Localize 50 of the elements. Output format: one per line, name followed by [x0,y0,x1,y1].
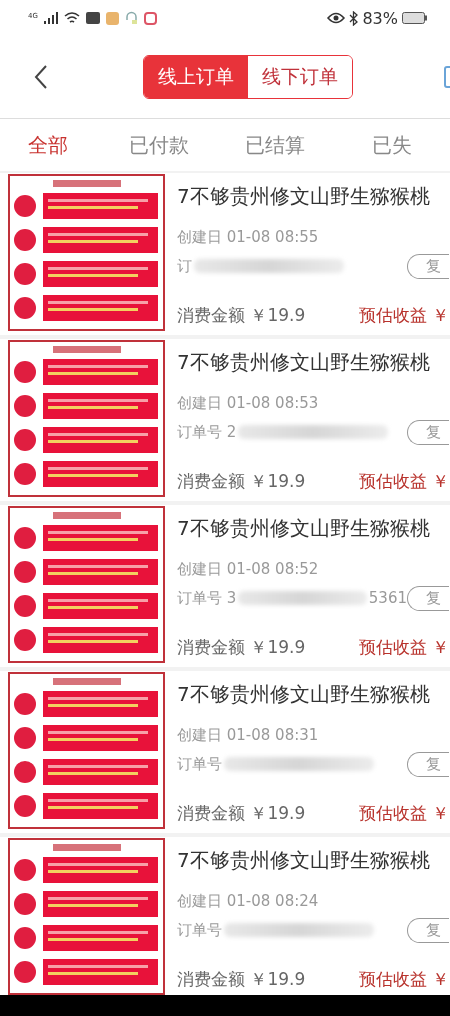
filter-tab[interactable]: 已结算 [217,131,334,159]
product-title: 7不够贵州修文山野生猕猴桃 [177,681,431,708]
order-card[interactable]: 7不够贵州修文山野生猕猴桃 创建日 01-08 08:53 订单号 2 复 消费金额 ￥19.9 预估收益 ￥ [0,339,450,501]
signal-icon [43,12,58,24]
wifi-icon [63,12,80,24]
order-number-suffix: 5361 [368,589,407,607]
created-date: 创建日 01-08 08:24 [177,892,320,911]
created-date: 创建日 01-08 08:55 [177,228,320,247]
order-card[interactable]: 7不够贵州修文山野生猕猴桃 创建日 01-08 08:55 订 复 消费金额 ￥19.9 预估收益 ￥ [0,173,450,335]
product-title: 7不够贵州修文山野生猕猴桃 [177,847,431,874]
order-amount: 消费金额 ￥19.9 [177,304,306,327]
product-title: 7不够贵州修文山野生猕猴桃 [177,183,431,210]
order-card[interactable]: 7不够贵州修文山野生猕猴桃 创建日 01-08 08:52 订单号 3 5361 复 消费金额 ￥19.9 预估收益 ￥ [0,505,450,667]
estimated-earnings: 预估收益 ￥ [358,802,449,825]
order-amount: 消费金额 ￥19.9 [177,802,306,825]
estimated-earnings: 预估收益 ￥ [358,636,449,659]
order-number: 订单号 [177,754,222,774]
order-amount: 消费金额 ￥19.9 [177,470,306,493]
copy-button[interactable]: 复 [407,585,449,611]
order-number: 订 [177,256,192,276]
eye-icon [327,12,346,24]
order-amount: 消费金额 ￥19.9 [177,968,306,991]
battery-icon [402,12,428,24]
product-title: 7不够贵州修文山野生猕猴桃 [177,515,431,542]
created-date: 创建日 01-08 08:53 [177,394,320,413]
book-icon [143,11,157,25]
back-icon[interactable] [34,64,48,90]
created-date: 创建日 01-08 08:52 [177,560,320,579]
copy-button[interactable]: 复 [407,419,449,445]
app-icon [105,11,119,25]
created-date: 创建日 01-08 08:31 [177,726,320,745]
order-number: 订单号 2 [177,422,237,442]
headset-icon [124,11,138,25]
estimated-earnings: 预估收益 ￥ [358,968,449,991]
order-number: 订单号 [177,920,222,940]
estimated-earnings: 预估收益 ￥ [358,304,449,327]
bluetooth-icon [349,10,359,26]
copy-button[interactable]: 复 [407,253,449,279]
segment-tab[interactable]: 线上订单 [144,56,248,98]
filter-tab[interactable]: 已付款 [100,131,218,159]
filter-tab[interactable]: 全部 [0,131,101,159]
order-card[interactable]: 7不够贵州修文山野生猕猴桃 创建日 01-08 08:31 订单号 复 消费金额 ￥19.9 预估收益 ￥ [0,671,450,833]
estimated-earnings: 预估收益 ￥ [358,470,449,493]
product-title: 7不够贵州修文山野生猕猴桃 [177,349,431,376]
order-amount: 消费金额 ￥19.9 [177,636,306,659]
filter-tab[interactable]: 已失 [333,131,450,159]
copy-button[interactable]: 复 [407,917,449,943]
order-number: 订单号 3 [177,588,237,608]
copy-button[interactable]: 复 [407,751,449,777]
battery-percent: 83% [362,8,398,28]
